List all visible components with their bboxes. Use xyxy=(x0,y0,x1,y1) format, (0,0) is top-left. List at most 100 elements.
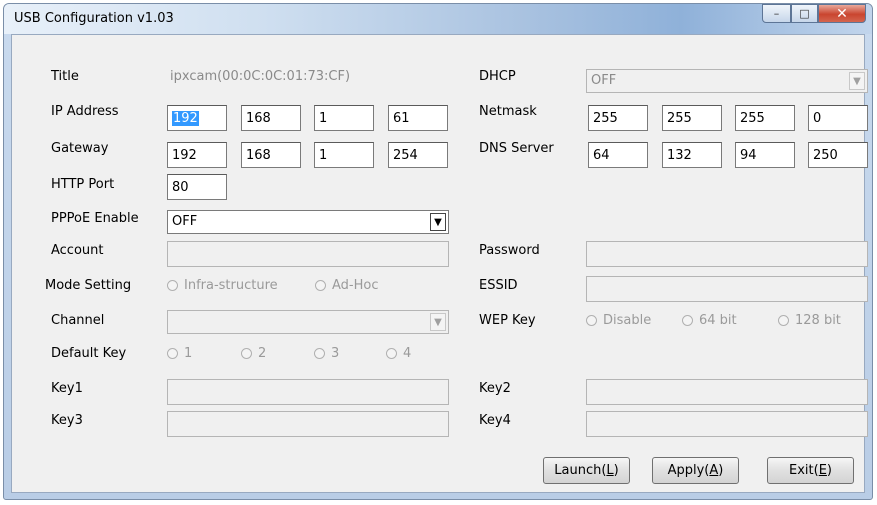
apply-label-end: ) xyxy=(718,463,724,478)
close-button[interactable]: ✕ xyxy=(818,4,866,23)
radio-circle-icon xyxy=(314,348,325,359)
pppoe-enable-label: PPPoE Enable xyxy=(51,211,139,226)
launch-button[interactable]: Launch(L) xyxy=(543,457,630,484)
exit-label: Exit( xyxy=(789,463,819,478)
radio-circle-icon xyxy=(586,315,597,326)
exit-button[interactable]: Exit(E) xyxy=(767,457,854,484)
default-key-4-label: 4 xyxy=(403,346,412,361)
dhcp-value: OFF xyxy=(591,73,617,88)
key3-input[interactable] xyxy=(167,411,449,437)
essid-input[interactable] xyxy=(586,276,868,302)
mode-infrastructure-label: Infra-structure xyxy=(184,278,278,293)
netmask-octet-1[interactable]: 255 xyxy=(588,105,648,131)
channel-label: Channel xyxy=(51,313,105,328)
default-key-1-label: 1 xyxy=(184,346,193,361)
key2-label: Key2 xyxy=(479,381,511,396)
default-key-label: Default Key xyxy=(51,346,127,361)
default-key-1-radio[interactable]: 1 xyxy=(167,346,192,361)
account-input[interactable] xyxy=(167,241,449,267)
ip-octet-1[interactable]: 192 xyxy=(167,105,227,131)
dns-octet-1[interactable]: 64 xyxy=(588,142,648,168)
http-port-label: HTTP Port xyxy=(51,177,115,192)
password-label: Password xyxy=(479,243,540,258)
apply-button[interactable]: Apply(A) xyxy=(652,457,739,484)
netmask-label: Netmask xyxy=(479,104,537,119)
minimize-button[interactable]: – xyxy=(762,4,791,23)
netmask-octet-3[interactable]: 255 xyxy=(735,105,795,131)
exit-accelerator: E xyxy=(818,463,827,478)
gateway-octet-3[interactable]: 1 xyxy=(314,142,374,168)
essid-label: ESSID xyxy=(479,278,518,293)
wep-disable-label: Disable xyxy=(603,313,652,328)
default-key-3-label: 3 xyxy=(331,346,340,361)
ip-address-label: IP Address xyxy=(51,104,119,119)
mode-setting-label: Mode Setting xyxy=(45,278,132,293)
pppoe-enable-value: OFF xyxy=(172,214,198,229)
netmask-octet-2[interactable]: 255 xyxy=(662,105,722,131)
account-label: Account xyxy=(51,243,104,258)
chevron-down-icon[interactable]: ▼ xyxy=(849,72,865,90)
radio-circle-icon xyxy=(167,348,178,359)
key4-input[interactable] xyxy=(586,411,868,437)
ip-octet-4[interactable]: 61 xyxy=(388,105,448,131)
pppoe-enable-select[interactable]: OFF ▼ xyxy=(167,210,449,234)
radio-circle-icon xyxy=(778,315,789,326)
dns-octet-4[interactable]: 250 xyxy=(808,142,868,168)
dialog-body: Title ipxcam(00:0C:0C:01:73:CF) IP Addre… xyxy=(11,34,868,493)
radio-circle-icon xyxy=(241,348,252,359)
dhcp-label: DHCP xyxy=(479,69,516,84)
maximize-button[interactable]: □ xyxy=(791,4,818,23)
key3-label: Key3 xyxy=(51,413,83,428)
channel-select[interactable]: ▼ xyxy=(167,310,449,334)
key4-label: Key4 xyxy=(479,413,511,428)
mode-infrastructure-radio[interactable]: Infra-structure xyxy=(167,278,278,293)
launch-accelerator: L xyxy=(606,463,614,478)
close-icon: ✕ xyxy=(836,5,848,22)
radio-circle-icon xyxy=(315,280,326,291)
radio-circle-icon xyxy=(682,315,693,326)
app-window: USB Configuration v1.03 – □ ✕ Title ipxc… xyxy=(3,3,873,500)
wep-64bit-label: 64 bit xyxy=(699,313,737,328)
ip-octet-2[interactable]: 168 xyxy=(241,105,301,131)
dhcp-select[interactable]: OFF ▼ xyxy=(586,69,868,93)
mode-adhoc-radio[interactable]: Ad-Hoc xyxy=(315,278,378,293)
exit-label-end: ) xyxy=(826,463,832,478)
ip-octet-3[interactable]: 1 xyxy=(314,105,374,131)
default-key-2-radio[interactable]: 2 xyxy=(241,346,266,361)
password-input[interactable] xyxy=(586,241,868,267)
radio-circle-icon xyxy=(386,348,397,359)
http-port-input[interactable]: 80 xyxy=(167,174,227,200)
minimize-icon: – xyxy=(773,7,780,20)
gateway-octet-2[interactable]: 168 xyxy=(241,142,301,168)
launch-label-end: ) xyxy=(613,463,619,478)
title-label: Title xyxy=(51,69,79,84)
chevron-down-icon[interactable]: ▼ xyxy=(430,213,446,231)
dns-server-label: DNS Server xyxy=(479,141,554,156)
key1-input[interactable] xyxy=(167,379,449,405)
apply-accelerator: A xyxy=(709,463,719,478)
radio-circle-icon xyxy=(167,280,178,291)
default-key-3-radio[interactable]: 3 xyxy=(314,346,339,361)
netmask-octet-4[interactable]: 0 xyxy=(808,105,868,131)
wep-disable-radio[interactable]: Disable xyxy=(586,313,651,328)
title-bar[interactable]: USB Configuration v1.03 – □ ✕ xyxy=(4,4,872,34)
maximize-icon: □ xyxy=(799,7,810,20)
wep-64bit-radio[interactable]: 64 bit xyxy=(682,313,737,328)
wep-key-label: WEP Key xyxy=(479,313,536,328)
launch-label: Launch( xyxy=(554,463,607,478)
chevron-down-icon[interactable]: ▼ xyxy=(430,313,446,331)
gateway-octet-1[interactable]: 192 xyxy=(167,142,227,168)
mode-adhoc-label: Ad-Hoc xyxy=(332,278,379,293)
ip-octet-1-text: 192 xyxy=(172,111,199,126)
wep-128bit-radio[interactable]: 128 bit xyxy=(778,313,841,328)
key1-label: Key1 xyxy=(51,381,83,396)
window-controls: – □ ✕ xyxy=(762,4,866,24)
dns-octet-3[interactable]: 94 xyxy=(735,142,795,168)
wep-128bit-label: 128 bit xyxy=(795,313,841,328)
title-value: ipxcam(00:0C:0C:01:73:CF) xyxy=(170,69,351,84)
default-key-4-radio[interactable]: 4 xyxy=(386,346,411,361)
gateway-octet-4[interactable]: 254 xyxy=(388,142,448,168)
default-key-2-label: 2 xyxy=(258,346,267,361)
dns-octet-2[interactable]: 132 xyxy=(662,142,722,168)
key2-input[interactable] xyxy=(586,379,868,405)
